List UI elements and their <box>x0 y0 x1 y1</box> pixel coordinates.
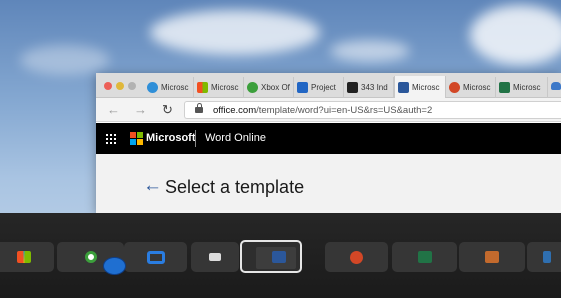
minimize-window-button[interactable] <box>116 82 124 90</box>
taskbar-project[interactable] <box>124 242 187 272</box>
powerpoint-icon <box>350 250 363 264</box>
back-icon[interactable]: ← <box>107 102 120 118</box>
taskbar-word[interactable] <box>240 240 302 273</box>
close-window-button[interactable] <box>104 82 112 90</box>
tab-label: Microsc <box>463 83 491 92</box>
taskbar-excel[interactable] <box>392 242 457 272</box>
tab-label: Microsc <box>412 83 440 92</box>
template-page: ← Select a template <box>96 154 561 213</box>
taskbar-edge[interactable] <box>527 242 561 272</box>
forward-icon[interactable]: → <box>134 102 147 118</box>
343-icon <box>209 253 221 261</box>
word-icon <box>398 82 409 93</box>
tab-label: Xbox Of <box>261 83 290 92</box>
browser-tab[interactable]: Xbox Of <box>244 77 294 98</box>
sway-icon <box>485 251 499 263</box>
browser-window: Microsc Microsc Xbox Of Project 343 Ind … <box>96 73 561 213</box>
edge-icon <box>543 251 551 263</box>
app-launcher-icon[interactable] <box>106 134 116 144</box>
microsoft-store-icon <box>197 82 208 93</box>
browser-tab[interactable]: Project <box>294 77 344 98</box>
project-icon <box>146 250 165 264</box>
browser-tab[interactable]: Microsc <box>194 77 244 98</box>
back-arrow-icon[interactable]: ← <box>143 176 162 196</box>
tab-label: Project <box>311 83 336 92</box>
project-icon <box>297 82 308 93</box>
cloud <box>470 5 561 65</box>
task-switcher <box>0 213 561 298</box>
taskbar-microsoft-store[interactable] <box>0 242 54 272</box>
powerpoint-icon <box>449 82 460 93</box>
url-text: office.com/template/word?ui=en-US&rs=US&… <box>213 105 433 116</box>
lock-icon <box>195 103 203 114</box>
pointer-cursor-icon <box>103 257 126 275</box>
343-icon <box>347 82 358 93</box>
microsoft-logo[interactable] <box>130 132 143 145</box>
browser-tab[interactable]: Microsc <box>496 77 548 98</box>
microsoft-store-icon <box>17 251 31 263</box>
tab-label: Microsc <box>211 83 239 92</box>
app-name[interactable]: Word Online <box>205 132 266 144</box>
tab-label: Microsc <box>513 83 541 92</box>
zoom-window-button[interactable] <box>128 82 136 90</box>
page-title: Select a template <box>165 177 305 197</box>
onedrive-icon[interactable] <box>551 82 561 90</box>
tab-bar: Microsc Microsc Xbox Of Project 343 Ind … <box>96 73 561 99</box>
cloud <box>330 40 410 62</box>
taskbar-powerpoint[interactable] <box>325 242 388 272</box>
browser-tab[interactable]: Microsc <box>446 77 496 98</box>
brand-name[interactable]: Microsoft <box>146 132 196 144</box>
browser-tab[interactable]: 343 Ind <box>344 77 394 98</box>
xbox-icon <box>84 251 97 263</box>
edge-icon <box>147 82 158 93</box>
xbox-icon <box>247 82 258 93</box>
taskbar-sway[interactable] <box>459 242 525 272</box>
url-field[interactable]: office.com/template/word?ui=en-US&rs=US&… <box>184 101 561 119</box>
tab-label: Microsc <box>161 83 189 92</box>
cloud <box>150 10 320 55</box>
excel-icon <box>499 82 510 93</box>
office-header: Microsoft Word Online <box>96 123 561 154</box>
browser-tab[interactable]: Microsc <box>144 77 194 98</box>
word-icon <box>272 250 286 263</box>
excel-icon <box>417 251 432 263</box>
tab-label: 343 Ind <box>361 83 388 92</box>
address-bar: ← → ↻ office.com/template/word?ui=en-US&… <box>96 98 561 122</box>
browser-tab-active[interactable]: Microsc <box>394 76 446 99</box>
reload-icon[interactable]: ↻ <box>162 102 173 118</box>
header-divider <box>195 130 196 147</box>
cloud <box>20 45 110 75</box>
taskbar-343-industries[interactable] <box>191 242 239 272</box>
